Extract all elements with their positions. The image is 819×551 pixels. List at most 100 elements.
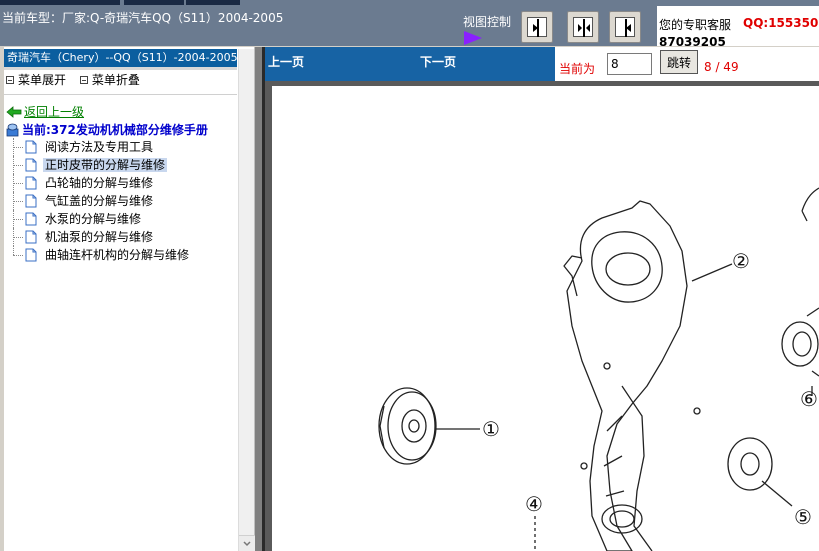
tree-line — [13, 219, 23, 220]
callout-6: ⑥ — [800, 387, 818, 411]
sidebar-title: 奇瑞汽车（Chery）--QQ（S11）-2004-2005 — [4, 49, 237, 67]
tree-item[interactable]: 凸轮轴的分解与维修 — [13, 174, 191, 192]
tree-line — [13, 201, 23, 202]
car-model-label: 当前车型：厂家:Q-奇瑞汽车QQ（S11）2004-2005 — [2, 11, 284, 25]
pager-bar: 上一页 下一页 当前为 跳转 8 / 49 — [265, 47, 819, 81]
back-arrow-icon — [6, 105, 22, 118]
tree-line — [13, 255, 23, 256]
tree-line — [13, 147, 23, 148]
tree-item[interactable]: 水泵的分解与维修 — [13, 210, 191, 228]
document-icon — [25, 176, 37, 190]
callout-2: ② — [732, 249, 750, 273]
tab-stub[interactable] — [124, 0, 184, 5]
document-icon — [25, 230, 37, 244]
expand-square-icon — [6, 75, 14, 84]
service-qq-link[interactable]: QQ:1553501 — [743, 16, 819, 30]
tab-strip — [0, 0, 240, 6]
current-section-row: 当前:372发动机机械部分维修手册 — [6, 121, 208, 137]
tree-item[interactable]: 阅读方法及专用工具 — [13, 138, 191, 156]
lower-cover-boss — [601, 504, 643, 534]
collapse-left-icon — [625, 19, 631, 37]
bolt-hole — [603, 362, 611, 370]
tree-item-label: 正时皮带的分解与维修 — [43, 158, 168, 172]
tree-line — [13, 237, 23, 238]
upper-cover-window — [605, 252, 651, 286]
tree-item-label: 阅读方法及专用工具 — [45, 140, 154, 154]
page-number-input[interactable] — [607, 53, 652, 75]
tree-item-label: 机油泵的分解与维修 — [45, 230, 154, 244]
tab-stub[interactable] — [186, 0, 240, 5]
expand-right-icon — [533, 19, 539, 37]
tree-item[interactable]: 正时皮带的分解与维修 — [13, 156, 191, 174]
scroll-down-button[interactable] — [239, 535, 255, 551]
menu-toggle-row: 菜单展开 菜单折叠 — [6, 71, 150, 87]
tree-item-label: 曲轴连杆机构的分解与维修 — [45, 248, 190, 262]
tree-line — [13, 183, 23, 184]
document-icon — [25, 194, 37, 208]
menu-collapse-button[interactable]: 菜单折叠 — [92, 73, 140, 87]
prev-page-link[interactable]: 上一页 — [268, 53, 304, 70]
fit-center-icon — [578, 19, 590, 37]
menu-expand-button[interactable]: 菜单展开 — [18, 73, 66, 87]
leader-line-2 — [691, 263, 733, 282]
view-fit-button[interactable] — [567, 11, 599, 43]
tree-line — [13, 165, 23, 166]
lower-cover-boss-inner — [609, 510, 635, 528]
tree-item[interactable]: 机油泵的分解与维修 — [13, 228, 191, 246]
document-icon — [25, 158, 37, 172]
tree-item-label: 凸轮轴的分解与维修 — [45, 176, 154, 190]
washer-hole — [740, 452, 760, 476]
document-icon — [25, 140, 37, 154]
back-row: 返回上一级 — [6, 103, 84, 119]
bolt-hole — [693, 407, 701, 415]
document-icon — [25, 212, 37, 226]
document-icon — [25, 248, 37, 262]
page-count: 8 / 49 — [704, 60, 739, 74]
callout-1: ① — [482, 417, 500, 441]
crank-pulley-groove — [387, 391, 437, 461]
back-link[interactable]: 返回上一级 — [24, 105, 84, 119]
tree-item[interactable]: 曲轴连杆机构的分解与维修 — [13, 246, 191, 264]
service-box: 您的专职客服 QQ:1553501 87039205 — [657, 6, 819, 49]
tab-stub[interactable] — [0, 0, 120, 5]
timing-belt-exploded-diagram: ① ② ④ ⑤ ⑥ — [378, 187, 819, 551]
callout-5: ⑤ — [794, 505, 812, 529]
manual-page: ① ② ④ ⑤ ⑥ — [272, 86, 819, 551]
idler-bracket — [806, 307, 819, 377]
chapter-tree: 阅读方法及专用工具 正时皮带的分解与维修 凸轮轴的分解与维修 气缸盖的分解与维修 水泵的… — [13, 138, 191, 264]
view-control-arrow-icon — [464, 31, 482, 45]
sidebar-scrollbar[interactable] — [238, 49, 255, 551]
idler-pulley-part — [781, 321, 819, 367]
top-header: 当前车型：厂家:Q-奇瑞汽车QQ（S11）2004-2005 视图控制 您的专职… — [0, 0, 819, 49]
sidebar: 奇瑞汽车（Chery）--QQ（S11）-2004-2005 菜单展开 菜单折叠… — [4, 47, 255, 551]
sidebar-title-scrollbar[interactable] — [4, 67, 237, 70]
upper-cover-inner — [591, 231, 663, 303]
book-stack-icon — [6, 123, 19, 136]
view-control-label: 视图控制 — [463, 15, 512, 29]
tree-item-label: 水泵的分解与维修 — [45, 212, 142, 226]
crank-pulley-bore — [408, 419, 420, 433]
view-collapse-button[interactable] — [609, 11, 641, 43]
app-window: 当前车型：厂家:Q-奇瑞汽车QQ（S11）2004-2005 视图控制 您的专职… — [0, 0, 819, 551]
upper-cover-edge — [563, 255, 583, 297]
collapse-square-icon — [79, 75, 88, 84]
next-page-link[interactable]: 下一页 — [420, 53, 456, 70]
tree-line — [13, 246, 14, 255]
sidebar-divider — [4, 94, 237, 95]
bolt-hole — [580, 462, 588, 470]
top-right-part — [801, 187, 819, 222]
go-button[interactable]: 跳转 — [660, 50, 698, 74]
washer-part — [727, 437, 773, 491]
callout-4: ④ — [525, 492, 543, 516]
scroll-down-icon — [243, 541, 251, 547]
tree-item[interactable]: 气缸盖的分解与维修 — [13, 192, 191, 210]
tree-item-label: 气缸盖的分解与维修 — [45, 194, 154, 208]
leader-line-5 — [761, 480, 793, 507]
crank-pulley-hub — [401, 409, 427, 443]
service-label: 您的专职客服 — [659, 18, 732, 32]
current-section-label: 当前:372发动机机械部分维修手册 — [22, 123, 208, 137]
view-expand-button[interactable] — [521, 11, 553, 43]
document-viewer: ① ② ④ ⑤ ⑥ — [265, 81, 819, 551]
idler-pulley-inner — [792, 331, 812, 357]
current-page-label: 当前为 — [559, 62, 596, 76]
